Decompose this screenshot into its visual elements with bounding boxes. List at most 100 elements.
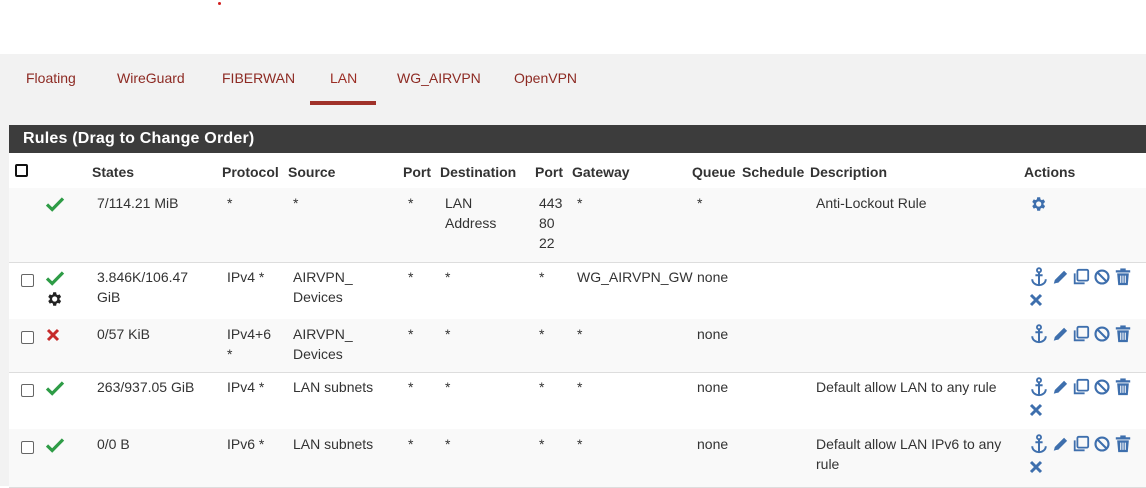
pass-check-icon	[45, 437, 65, 456]
trash-icon[interactable]	[1114, 434, 1132, 454]
cell-queue: none	[697, 326, 729, 342]
cell-port: *	[408, 326, 414, 342]
cell-queue: *	[697, 195, 703, 211]
cell-destination: Address	[445, 215, 497, 231]
cell-source: Devices	[293, 346, 343, 362]
cell-port: *	[408, 436, 414, 452]
cell-gateway[interactable]: *	[577, 377, 582, 397]
col-source: Source	[288, 164, 336, 180]
cell-dest-port: *	[539, 436, 545, 452]
cell-dest-port: *	[539, 269, 545, 285]
tab-wg-airvpn[interactable]: WG_AIRVPN	[397, 70, 481, 86]
cell-states[interactable]: 0/57 KiB	[97, 324, 150, 344]
row-select-checkbox[interactable]	[21, 441, 34, 454]
trash-icon[interactable]	[1114, 267, 1132, 287]
select-all-checkbox[interactable]	[15, 164, 28, 177]
table-row[interactable]: 7/114.21 MiB * * * LAN Address 443 80 22 * * Anti-L…	[9, 188, 1146, 263]
pencil-icon[interactable]	[1051, 377, 1069, 397]
cell-source: LAN subnets	[293, 436, 374, 452]
cell-description: Default allow LAN to any rule	[816, 379, 997, 395]
cell-states[interactable]: GiB	[97, 287, 120, 307]
block-x-icon	[46, 328, 60, 345]
cell-protocol: *	[227, 195, 233, 211]
pencil-icon[interactable]	[1051, 324, 1069, 344]
cell-dest-port: 443	[539, 195, 563, 211]
panel-margin	[0, 125, 9, 486]
table-row[interactable]: 0/0 B IPv6 * LAN subnets * * * * none Default al…	[9, 429, 1146, 488]
col-states: States	[92, 164, 135, 180]
cell-protocol: IPv6 *	[227, 436, 265, 452]
decorative-dot	[218, 2, 221, 5]
cell-dest-port: 80	[539, 215, 555, 231]
cell-queue: none	[697, 269, 729, 285]
table-row[interactable]: 3.846K/106.47 GiB IPv4 * AIRVPN_ Devices * * * W…	[9, 262, 1146, 320]
advanced-options-gear-icon	[45, 290, 63, 311]
cell-source: *	[293, 195, 299, 211]
anchor-icon[interactable]	[1030, 324, 1048, 344]
cell-destination: *	[445, 269, 451, 285]
cell-queue: none	[697, 379, 729, 395]
pass-check-icon	[45, 270, 65, 289]
cell-gateway[interactable]: *	[577, 193, 582, 213]
cell-dest-port: *	[539, 326, 545, 342]
anchor-icon[interactable]	[1030, 434, 1048, 454]
cell-states[interactable]: 3.846K/106.47	[97, 267, 188, 287]
col-dest-port: Port	[535, 164, 563, 180]
pencil-icon[interactable]	[1051, 267, 1069, 287]
cell-protocol: IPv4 *	[227, 269, 265, 285]
table-row[interactable]: 0/57 KiB IPv4+6 * AIRVPN_ Devices * * * * none	[9, 319, 1146, 373]
disable-icon[interactable]	[1093, 434, 1111, 454]
table-header: States Protocol Source Port Destination …	[9, 153, 1146, 190]
col-actions: Actions	[1024, 164, 1076, 180]
cell-source[interactable]: AIRVPN_	[293, 324, 353, 344]
copy-icon[interactable]	[1072, 267, 1090, 287]
cell-dest-port: 22	[539, 235, 555, 251]
anchor-icon[interactable]	[1030, 267, 1048, 287]
cell-gateway[interactable]: *	[577, 324, 582, 344]
row-select-checkbox[interactable]	[21, 384, 34, 397]
col-queue: Queue	[692, 164, 736, 180]
cell-port: *	[408, 195, 414, 211]
tab-wireguard[interactable]: WireGuard	[117, 70, 185, 86]
cell-port: *	[408, 379, 414, 395]
cell-gateway[interactable]: WG_AIRVPN_GW	[577, 267, 693, 287]
copy-icon[interactable]	[1072, 434, 1090, 454]
cell-protocol: IPv4+6	[227, 326, 271, 342]
tab-fiberwan[interactable]: FIBERWAN	[222, 70, 295, 86]
disable-icon[interactable]	[1093, 267, 1111, 287]
col-description: Description	[810, 164, 888, 180]
copy-icon[interactable]	[1072, 377, 1090, 397]
table-row[interactable]: 263/937.05 GiB IPv4 * LAN subnets * * * * none D…	[9, 372, 1146, 430]
pass-check-icon	[45, 196, 65, 215]
cell-states[interactable]: 263/937.05 GiB	[97, 377, 194, 397]
row-select-checkbox[interactable]	[21, 274, 34, 287]
pass-check-icon	[45, 380, 65, 399]
cell-gateway[interactable]: *	[577, 434, 582, 454]
cell-protocol: IPv4 *	[227, 379, 265, 395]
row-actions	[1030, 324, 1132, 344]
edit-settings-gear-icon[interactable]	[1029, 195, 1047, 216]
cell-states[interactable]: 7/114.21 MiB	[97, 193, 178, 213]
delete-x-icon[interactable]	[1028, 402, 1044, 421]
cell-source: LAN subnets	[293, 379, 374, 395]
copy-icon[interactable]	[1072, 324, 1090, 344]
delete-x-icon[interactable]	[1028, 459, 1044, 478]
cell-states[interactable]: 0/0 B	[97, 434, 130, 454]
cell-description: Anti-Lockout Rule	[816, 195, 927, 211]
col-protocol: Protocol	[222, 164, 279, 180]
delete-x-icon[interactable]	[1028, 292, 1044, 311]
pencil-icon[interactable]	[1051, 434, 1069, 454]
cell-destination: *	[445, 436, 451, 452]
cell-destination: *	[445, 326, 451, 342]
tab-floating[interactable]: Floating	[26, 70, 76, 86]
tab-lan[interactable]: LAN	[330, 70, 357, 86]
disable-icon[interactable]	[1093, 324, 1111, 344]
cell-source[interactable]: AIRVPN_	[293, 267, 353, 287]
row-select-checkbox[interactable]	[21, 331, 34, 344]
trash-icon[interactable]	[1114, 377, 1132, 397]
tab-openvpn[interactable]: OpenVPN	[514, 70, 577, 86]
col-destination: Destination	[440, 164, 517, 180]
disable-icon[interactable]	[1093, 377, 1111, 397]
anchor-icon[interactable]	[1030, 377, 1048, 397]
trash-icon[interactable]	[1114, 324, 1132, 344]
